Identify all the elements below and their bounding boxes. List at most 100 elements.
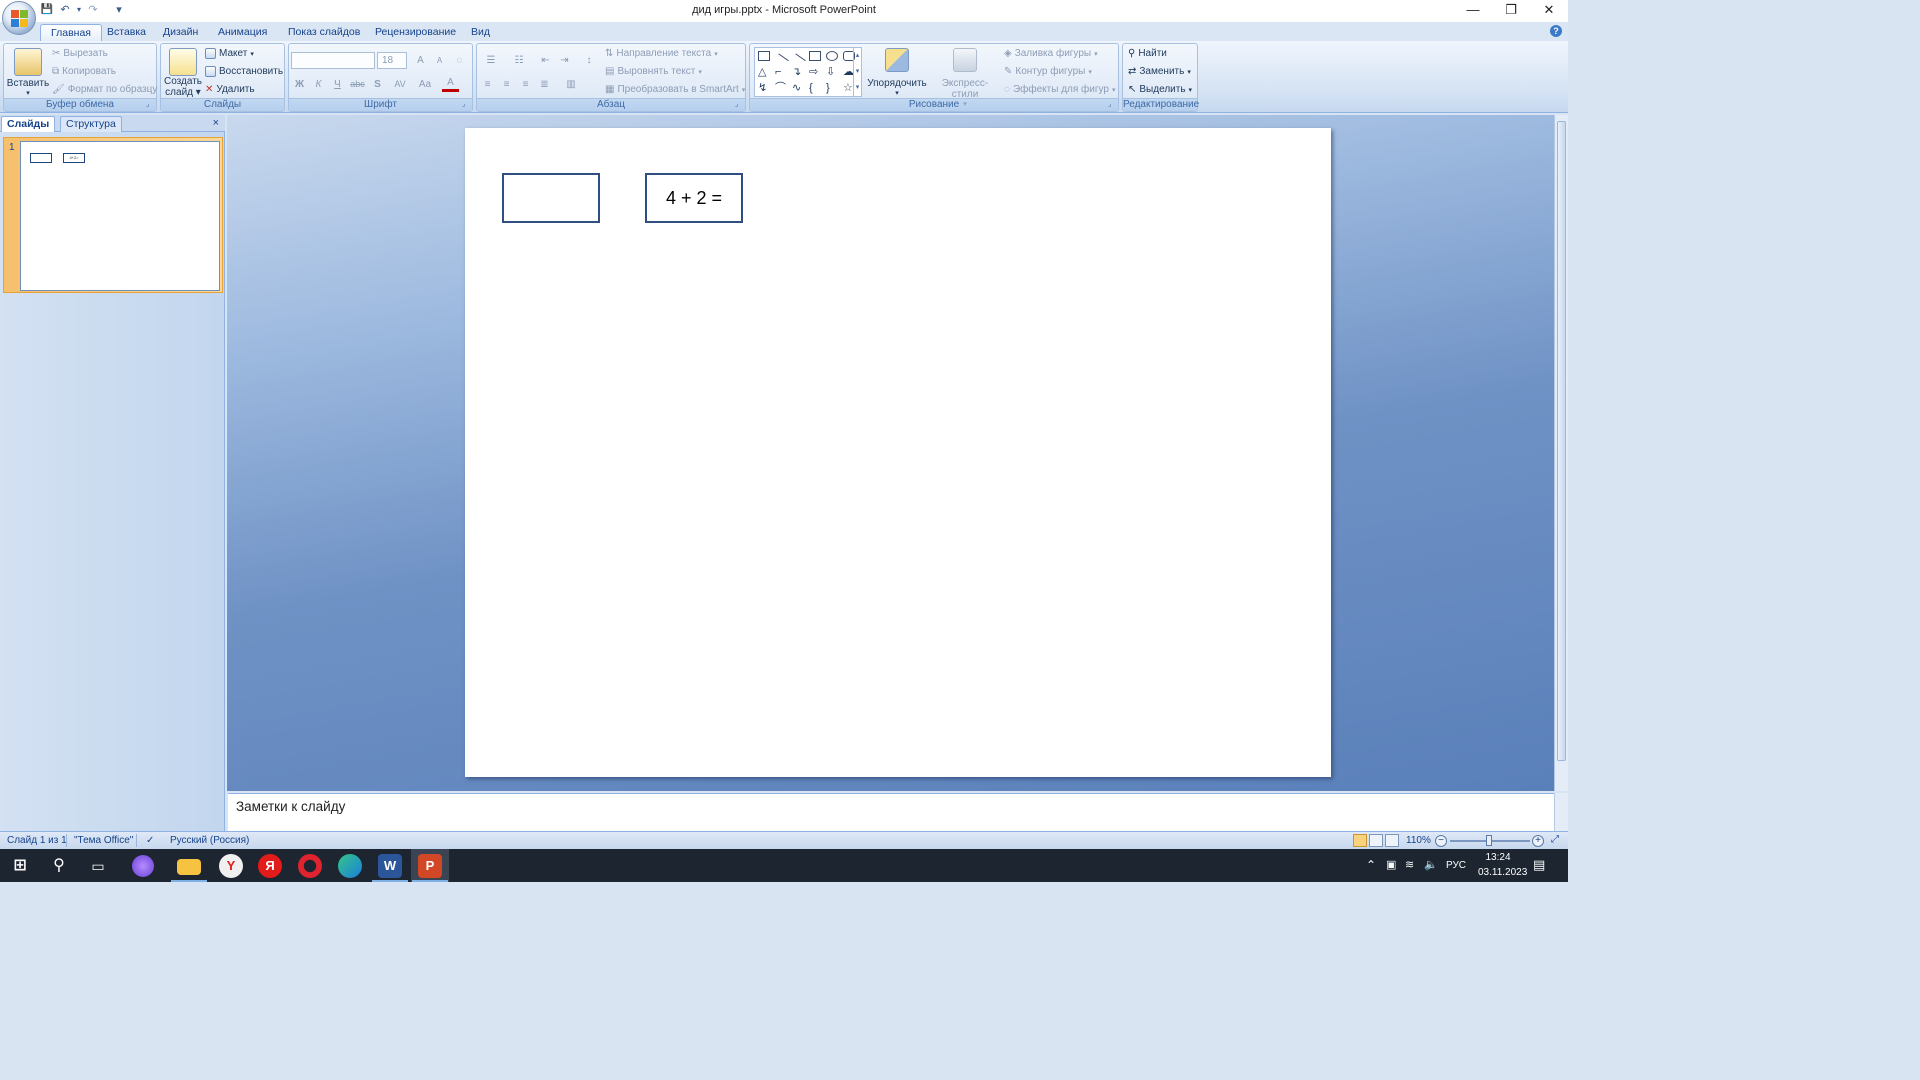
rectangle-shape-icon[interactable] — [809, 51, 821, 61]
oval-shape-icon[interactable] — [826, 51, 838, 61]
shape-effects-button[interactable]: ◌ Эффекты для фигур ▾ — [1004, 84, 1115, 95]
select-button[interactable]: ↖ Выделить ▾ — [1128, 84, 1192, 95]
slide-empty-box[interactable] — [502, 173, 600, 223]
tab-insert[interactable]: Вставка — [97, 24, 156, 41]
text-direction-button[interactable]: ⇅ Направление текста ▾ — [605, 48, 718, 59]
slide-sorter-view-button[interactable] — [1369, 834, 1383, 847]
vertical-scrollbar[interactable] — [1554, 115, 1568, 791]
columns-icon[interactable]: ▥ — [559, 76, 583, 93]
notes-scrollbar[interactable] — [1554, 793, 1568, 831]
tab-animation[interactable]: Анимация — [208, 24, 277, 41]
font-name-field[interactable] — [291, 52, 375, 69]
align-left-icon[interactable]: ≡ — [479, 76, 496, 93]
tab-review[interactable]: Рецензирование — [365, 24, 466, 41]
left-brace-shape-icon[interactable]: { — [809, 83, 821, 94]
file-explorer-icon[interactable] — [177, 859, 201, 875]
paste-button[interactable]: Вставить ▾ — [6, 48, 50, 97]
align-right-icon[interactable]: ≡ — [517, 76, 534, 93]
find-button[interactable]: ⚲ Найти — [1128, 48, 1167, 59]
increase-indent-icon[interactable]: ⇥ — [556, 52, 573, 69]
replace-button[interactable]: ⇄ Заменить ▾ — [1128, 66, 1191, 77]
cut-button[interactable]: ✂ Вырезать — [52, 48, 108, 59]
slideshow-view-button[interactable] — [1385, 834, 1399, 847]
minimize-button[interactable]: — — [1454, 0, 1492, 22]
arrange-button[interactable]: Упорядочить ▾ — [866, 48, 928, 97]
down-arrow-shape-icon[interactable]: ⇩ — [826, 67, 838, 78]
strikethrough-button[interactable]: abc — [349, 76, 366, 93]
shape-fill-button[interactable]: ◈ Заливка фигуры ▾ — [1004, 48, 1098, 59]
word-icon[interactable]: W — [378, 854, 402, 878]
slide-canvas[interactable]: 4 + 2 = — [465, 128, 1331, 777]
dialog-launcher-icon[interactable]: ⌟ — [735, 101, 743, 109]
elbow-arrow-shape-icon[interactable]: ↴ — [792, 67, 804, 78]
yandex-icon[interactable]: Я — [258, 854, 282, 878]
line-spacing-icon[interactable]: ↕ — [577, 52, 601, 69]
restore-button[interactable]: ❐ — [1492, 0, 1530, 22]
windows-start-icon[interactable]: ⊞ — [8, 854, 32, 878]
tab-home[interactable]: Главная — [40, 24, 102, 41]
numbering-icon[interactable]: ☷ — [507, 52, 531, 69]
shapes-gallery-scroll[interactable]: ▴ ▾ ▾ — [853, 48, 861, 96]
fit-to-window-icon[interactable]: ⤢ — [1551, 834, 1559, 845]
justify-icon[interactable]: ≣ — [536, 76, 553, 93]
grow-font-button[interactable]: A — [412, 52, 429, 69]
task-view-icon[interactable]: ▭ — [86, 854, 110, 878]
keyboard-language[interactable]: РУС — [1446, 860, 1466, 893]
powerpoint-icon[interactable]: P — [418, 854, 442, 878]
wifi-icon[interactable]: ≋ — [1405, 858, 1414, 891]
close-button[interactable]: ✕ — [1530, 0, 1568, 22]
slide-thumbnail-1[interactable]: 1 4+2= — [3, 137, 223, 293]
arc-shape-icon[interactable]: ⌒ — [775, 83, 787, 94]
align-text-button[interactable]: ▤ Выровнять текст ▾ — [605, 66, 702, 77]
format-painter-button[interactable]: 🖌 Формат по образцу — [52, 84, 157, 95]
meet-now-icon[interactable]: ▣ — [1386, 858, 1396, 891]
language-indicator[interactable]: Русский (Россия) — [170, 835, 249, 846]
dialog-launcher-icon[interactable]: ⌟ — [1108, 101, 1116, 109]
zoom-level[interactable]: 110% — [1406, 835, 1431, 846]
close-pane-icon[interactable]: × — [213, 117, 219, 129]
underline-button[interactable]: Ч — [329, 76, 346, 93]
scrollbar-thumb[interactable] — [1557, 121, 1566, 761]
shape-outline-button[interactable]: ✎ Контур фигуры ▾ — [1004, 66, 1092, 77]
quick-styles-button[interactable]: Экспресс-стили ▾ — [930, 48, 1000, 108]
char-spacing-button[interactable]: AV — [389, 76, 411, 93]
clear-formatting-icon[interactable]: ◌ — [451, 52, 468, 69]
help-icon[interactable]: ? — [1550, 25, 1562, 37]
new-slide-button[interactable]: Создать слайд ▾ — [163, 48, 203, 98]
zoom-in-button[interactable]: + — [1532, 835, 1544, 847]
change-case-button[interactable]: Aa — [415, 76, 435, 93]
delete-slide-button[interactable]: ✕ Удалить — [205, 84, 255, 95]
elbow-connector-shape-icon[interactable]: ⌐ — [775, 67, 787, 78]
font-color-button[interactable]: A — [442, 76, 459, 92]
alice-assistant-icon[interactable] — [132, 855, 154, 877]
triangle-shape-icon[interactable]: △ — [758, 67, 770, 78]
smartart-button[interactable]: ▦ Преобразовать в SmartArt ▾ — [605, 84, 745, 95]
tab-design[interactable]: Дизайн — [153, 24, 208, 41]
normal-view-button[interactable] — [1353, 834, 1367, 847]
decrease-indent-icon[interactable]: ⇤ — [537, 52, 554, 69]
font-size-field[interactable]: 18 — [377, 52, 407, 69]
zoom-slider-knob[interactable] — [1486, 835, 1492, 846]
office-button[interactable] — [2, 1, 36, 35]
freeform-shape-icon[interactable]: ↯ — [758, 83, 770, 94]
slide-equation-box[interactable]: 4 + 2 = — [645, 173, 743, 223]
align-center-icon[interactable]: ≡ — [498, 76, 515, 93]
tab-outline[interactable]: Структура — [60, 116, 122, 132]
reset-button[interactable]: Восстановить — [205, 66, 283, 77]
notification-icon[interactable]: ▤ — [1533, 857, 1545, 890]
zoom-out-button[interactable]: − — [1435, 835, 1447, 847]
volume-icon[interactable]: 🔈 — [1424, 858, 1438, 891]
notes-pane[interactable]: Заметки к слайду — [228, 793, 1554, 831]
textbox-shape-icon[interactable] — [758, 51, 770, 61]
copy-button[interactable]: ⧉ Копировать — [52, 66, 116, 77]
right-arrow-shape-icon[interactable]: ⇨ — [809, 67, 821, 78]
tray-chevron-icon[interactable]: ⌃ — [1366, 858, 1376, 891]
right-brace-shape-icon[interactable]: } — [826, 83, 838, 94]
spellcheck-icon[interactable]: ✓ — [146, 835, 154, 846]
shrink-font-button[interactable]: A — [431, 52, 448, 69]
opera-icon[interactable] — [298, 854, 322, 878]
curve-shape-icon[interactable]: ∿ — [792, 83, 804, 94]
tab-view[interactable]: Вид — [461, 24, 500, 41]
clock[interactable]: 13:24 03.11.2023 — [1478, 852, 1527, 885]
dialog-launcher-icon[interactable]: ⌟ — [462, 101, 470, 109]
